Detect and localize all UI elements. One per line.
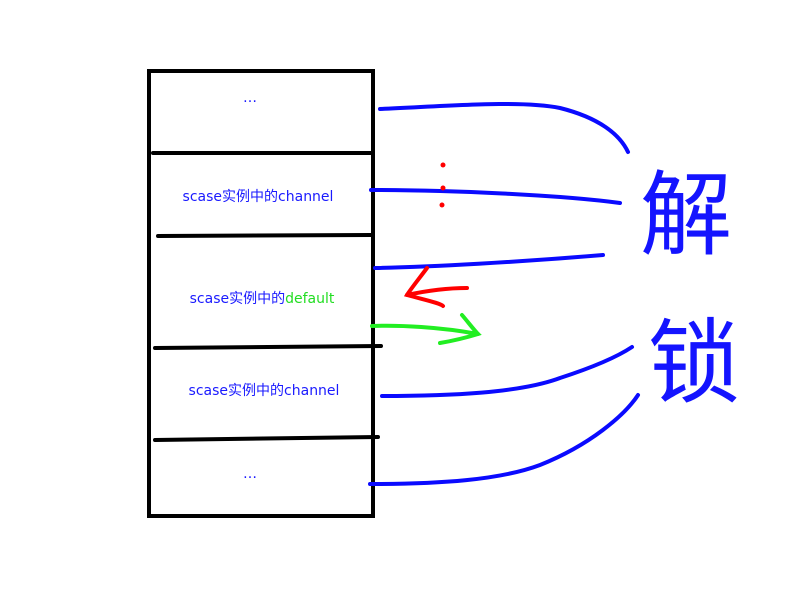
divider [153,435,380,442]
line-2 [369,188,622,205]
line-1 [378,102,630,154]
slot-ellipsis-bottom: … [243,466,257,482]
slot-suffix: channel [284,383,340,399]
red-dots-icon [439,162,446,208]
slot-ellipsis-top: … [243,90,257,106]
unlock-char-2: 锁 [648,310,741,417]
line-4 [380,345,634,398]
unlock-char-1: 解 [640,162,733,269]
divider [156,233,373,238]
green-arrow-icon [370,313,482,345]
slot-channel-2: scase实例中的channel [189,380,340,400]
slot-prefix: scase实例中的 [189,291,286,307]
slot-default: scase实例中的default [190,288,335,308]
slot-prefix: scase实例中的 [188,383,285,399]
slot-suffix-default: default [285,291,335,307]
red-arrow-icon [403,266,469,308]
slot-prefix: scase实例中的 [182,189,279,205]
line-5 [368,393,640,486]
slot-suffix: channel [278,189,334,205]
slot-channel-1: scase实例中的channel [183,186,334,206]
diagram-strokes [147,69,640,518]
line-3 [373,253,605,270]
divider [153,344,383,350]
